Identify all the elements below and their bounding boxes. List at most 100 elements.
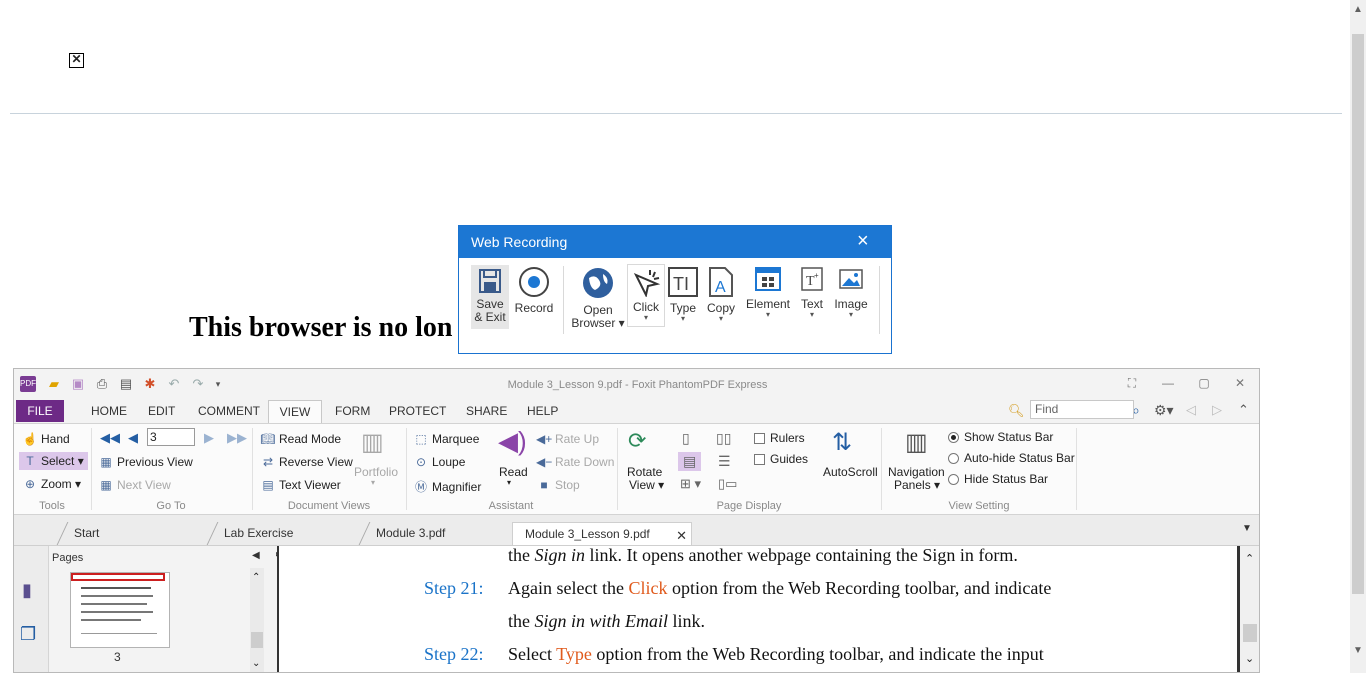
continuous-facing-icon[interactable]: ☰: [718, 453, 731, 470]
reverse-view-button[interactable]: ⇄ Reverse View: [260, 455, 353, 469]
find-input[interactable]: Find: [1030, 400, 1134, 419]
close-window-button[interactable]: ✕: [1230, 376, 1250, 390]
rotate-view-label-1[interactable]: Rotate: [627, 465, 662, 479]
single-page-icon[interactable]: ▯: [682, 430, 690, 447]
loupe-button[interactable]: ⊙ Loupe: [413, 455, 465, 469]
scroll-down-icon[interactable]: ▼: [1353, 645, 1363, 656]
scrollbar-thumb[interactable]: [251, 632, 263, 648]
separate-cover-icon[interactable]: ▯▭: [718, 476, 737, 492]
hand-tool[interactable]: ☝ Hand: [22, 432, 70, 446]
autoscroll-button[interactable]: AutoScroll: [823, 465, 878, 479]
last-page-icon[interactable]: ▶▶: [227, 430, 247, 446]
navigation-panels-label[interactable]: Navigation: [888, 465, 945, 479]
scroll-up-icon[interactable]: ⌃: [1245, 552, 1254, 565]
tab-module-3-lesson-9[interactable]: Module 3_Lesson 9.pdf ✕: [512, 522, 692, 545]
rulers-checkbox[interactable]: Rulers: [754, 431, 805, 445]
zoom-tool[interactable]: ⊕ Zoom ▾: [22, 477, 81, 491]
next-page-icon[interactable]: ▶: [204, 430, 214, 446]
page-transition-icon[interactable]: ⊞ ▾: [680, 476, 701, 492]
menu-file[interactable]: FILE: [16, 400, 64, 422]
page-scrollbar[interactable]: ▲ ▼: [1350, 0, 1366, 673]
chevron-down-icon: ▾: [680, 314, 685, 323]
rate-up-button[interactable]: ◀+ Rate Up: [536, 432, 599, 446]
text-viewer-button[interactable]: ▤ Text Viewer: [260, 478, 340, 492]
menu-view[interactable]: VIEW: [268, 400, 322, 423]
rotate-view-button[interactable]: View ▾: [629, 478, 664, 492]
element-grid-icon: [755, 267, 781, 291]
scroll-down-icon[interactable]: ⌄: [1245, 652, 1254, 665]
open-browser-button[interactable]: Open Browser ▾: [571, 266, 625, 330]
menu-comment[interactable]: COMMENT: [192, 400, 266, 422]
next-view-button[interactable]: ▦ Next View: [98, 478, 170, 492]
collapse-ribbon-icon[interactable]: ⌃: [1238, 402, 1249, 418]
scrollbar-thumb[interactable]: [1243, 624, 1257, 642]
panel-scrollbar[interactable]: ⌃ ⌄: [250, 568, 264, 672]
guides-checkbox[interactable]: Guides: [754, 452, 808, 466]
tab-lab-exercise[interactable]: Lab Exercise Manual_Pa...: [206, 522, 362, 563]
record-button[interactable]: Record: [514, 266, 554, 315]
chevron-down-icon: ▾: [765, 310, 770, 319]
menu-form[interactable]: FORM: [329, 400, 376, 422]
marquee-button[interactable]: ⬚ Marquee: [413, 432, 479, 446]
text-button[interactable]: T + Text ▾: [796, 266, 828, 319]
find-folder-icon[interactable]: 🔍︎: [1008, 403, 1025, 419]
close-dialog-button[interactable]: ×: [857, 230, 869, 253]
menu-protect[interactable]: PROTECT: [383, 400, 452, 422]
show-status-bar-radio[interactable]: Show Status Bar: [948, 430, 1053, 444]
scrollbar-thumb[interactable]: [1352, 34, 1364, 594]
autohide-status-bar-radio[interactable]: Auto-hide Status Bar: [948, 451, 1075, 465]
menu-share[interactable]: SHARE: [460, 400, 513, 422]
menu-help[interactable]: HELP: [521, 400, 564, 422]
previous-page-icon[interactable]: ◀: [128, 430, 138, 446]
thumbnail-text: [81, 595, 153, 597]
facing-icon[interactable]: ▯▯: [716, 430, 731, 447]
rate-down-button[interactable]: ◀− Rate Down: [536, 455, 614, 469]
magnifier-button[interactable]: Ⓜ Magnifier: [413, 478, 481, 495]
tab-start[interactable]: Start: [56, 522, 210, 545]
tab-list-chevron-icon[interactable]: ▼: [1242, 523, 1252, 534]
image-button[interactable]: Image ▾: [831, 266, 871, 319]
document-scrollbar[interactable]: ⌃ ⌄: [1240, 546, 1259, 672]
collapse-panel-icon[interactable]: ◀: [252, 550, 260, 561]
previous-result-icon[interactable]: ◁: [1186, 402, 1196, 418]
menu-edit[interactable]: EDIT: [142, 400, 181, 422]
type-button[interactable]: TI Type ▾: [666, 266, 700, 323]
tab-module-3[interactable]: Module 3.pdf: [358, 522, 512, 545]
restore-button[interactable]: ▢: [1194, 376, 1214, 390]
hide-status-bar-radio[interactable]: Hide Status Bar: [948, 472, 1048, 486]
marquee-icon: ⬚: [415, 432, 427, 446]
save-exit-button[interactable]: Save & Exit: [471, 265, 509, 329]
page-number-input[interactable]: 3: [147, 428, 195, 446]
element-button[interactable]: Element ▾: [743, 266, 793, 319]
scroll-down-icon[interactable]: ⌄: [252, 658, 260, 669]
settings-gear-icon[interactable]: ⚙▾: [1154, 402, 1174, 419]
group-divider: [1076, 428, 1077, 510]
foxit-window: PDF ▰ ▣ ⎙ ▤ ✱ ↶ ↷ ▾ Module 3_Lesson 9.pd…: [13, 368, 1260, 673]
thumbnail-text: [81, 619, 141, 621]
continuous-icon[interactable]: ▤: [678, 452, 702, 471]
click-button[interactable]: Click ▾: [627, 264, 665, 327]
scroll-up-icon[interactable]: ▲: [1353, 4, 1363, 15]
page-thumbnail[interactable]: [70, 572, 170, 648]
first-page-icon[interactable]: ◀◀: [100, 430, 120, 446]
bookmark-icon[interactable]: ▮: [22, 580, 32, 601]
pages-icon[interactable]: ❐: [20, 624, 36, 645]
stop-button[interactable]: ■ Stop: [536, 478, 579, 492]
read-button[interactable]: Read: [499, 465, 528, 479]
close-tab-icon[interactable]: ✕: [676, 524, 687, 547]
navigation-panels-button[interactable]: Panels ▾: [894, 478, 940, 492]
copy-button[interactable]: A Copy ▾: [704, 266, 738, 323]
close-icon[interactable]: ✕: [69, 53, 84, 68]
document-view[interactable]: the Sign in link. It opens another webpa…: [277, 546, 1240, 672]
fullscreen-icon[interactable]: ⛶: [1122, 376, 1142, 391]
previous-view-button[interactable]: ▦ Previous View: [98, 455, 193, 469]
read-mode-button[interactable]: 📖︎ Read Mode: [260, 432, 341, 446]
scroll-up-icon[interactable]: ⌃: [252, 572, 260, 583]
next-result-icon[interactable]: ▷: [1212, 402, 1222, 418]
menu-home[interactable]: HOME: [85, 400, 133, 422]
select-tool[interactable]: T Select ▾: [19, 452, 88, 470]
cursor-click-icon: [633, 270, 661, 297]
thumbnail-text: [81, 611, 153, 613]
portfolio-button[interactable]: Portfolio: [354, 465, 398, 479]
minimize-button[interactable]: —: [1158, 376, 1178, 390]
